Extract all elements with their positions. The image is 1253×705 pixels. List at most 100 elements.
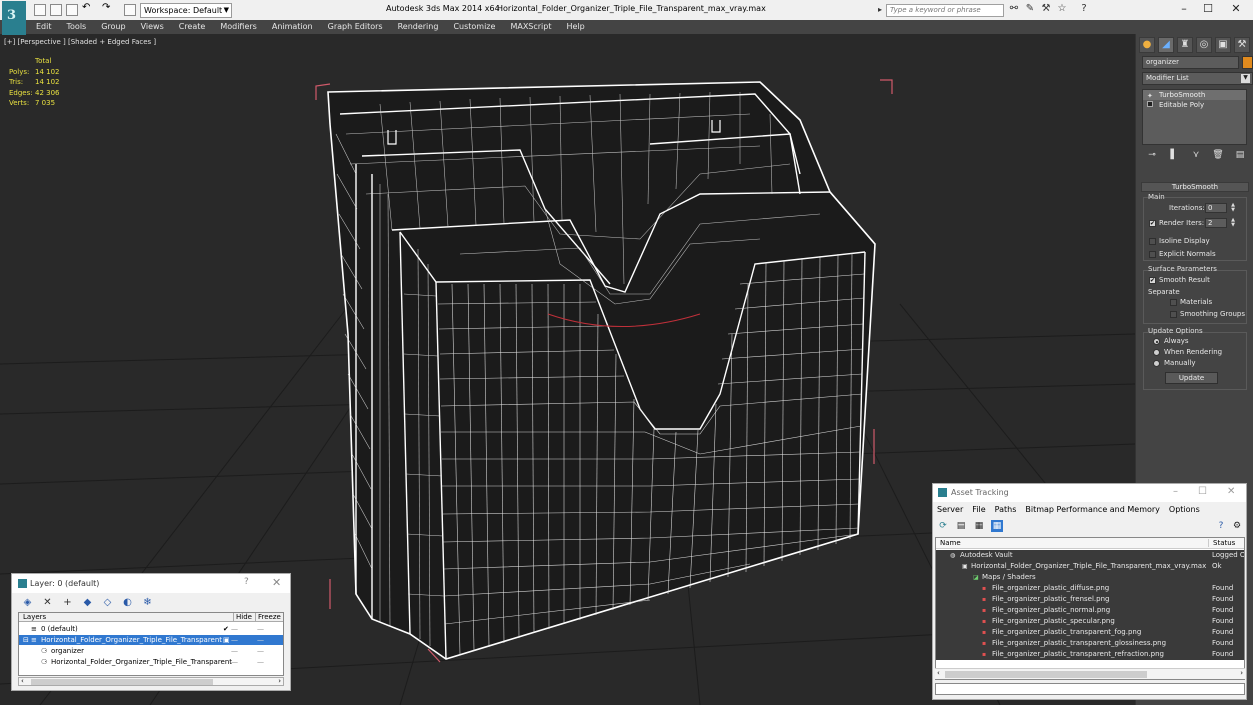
layer-row[interactable]: ⚆ organizer — — [19, 646, 283, 656]
always-radio[interactable] [1153, 338, 1160, 345]
object-color-swatch[interactable] [1242, 56, 1253, 69]
maximize-icon[interactable]: ☐ [1200, 2, 1216, 16]
asset-menu-server[interactable]: Server [937, 505, 963, 514]
iterations-spinner[interactable]: 0 [1205, 203, 1227, 213]
stack-item-turbosmooth[interactable]: ✦ TurboSmooth [1143, 90, 1246, 100]
layer-row[interactable]: ⊟ ≡ Horizontal_Folder_Organizer_Triple_F… [19, 635, 283, 645]
col-freeze[interactable]: Freeze [255, 613, 281, 622]
hierarchy-tab-icon[interactable]: ♜ [1177, 37, 1193, 53]
search-input[interactable]: Type a keyword or phrase [886, 4, 1004, 17]
show-end-result-icon[interactable]: ▌ [1168, 150, 1180, 162]
current-layer-check-icon[interactable]: ✔ [223, 624, 229, 634]
close-icon[interactable]: ✕ [272, 576, 281, 589]
spinner-arrows-icon[interactable]: ▲ ▼ [1230, 203, 1236, 213]
scroll-left-icon[interactable]: ‹ [937, 669, 940, 677]
redo-icon[interactable]: ↷ [102, 2, 114, 14]
asset-menu-bitmap[interactable]: Bitmap Performance and Memory [1025, 505, 1160, 514]
asset-row[interactable]: ▪ File_organizer_plastic_diffuse.png Fou… [936, 583, 1244, 594]
app-logo-icon[interactable]: 3 [2, 1, 26, 35]
hide-toggle[interactable]: — [231, 657, 238, 667]
col-hide[interactable]: Hide [233, 613, 252, 622]
viewport-label[interactable]: [+] [Perspective ] [Shaded + Edged Faces… [4, 38, 156, 46]
hide-toggle[interactable]: — [231, 635, 238, 645]
asset-row[interactable]: ▪ File_organizer_plastic_specular.png Fo… [936, 616, 1244, 627]
scroll-right-icon[interactable]: › [278, 677, 281, 685]
open-file-icon[interactable] [50, 4, 62, 16]
freeze-toggle[interactable]: — [257, 635, 264, 645]
manually-radio[interactable] [1153, 360, 1160, 367]
menu-views[interactable]: Views [141, 20, 164, 34]
asset-path-field[interactable] [935, 683, 1245, 695]
menu-customize[interactable]: Customize [453, 20, 495, 34]
scroll-right-icon[interactable]: › [1240, 669, 1243, 677]
asset-row[interactable]: ▪ File_organizer_plastic_frensel.png Fou… [936, 594, 1244, 605]
menu-group[interactable]: Group [101, 20, 125, 34]
help-icon[interactable]: ? [244, 577, 249, 587]
save-file-icon[interactable] [66, 4, 78, 16]
modify-tab-icon[interactable]: ◢ [1158, 37, 1174, 53]
workspace-dropdown[interactable]: Workspace: Default ▼ [140, 3, 232, 18]
asset-horizontal-scrollbar[interactable]: ‹ › [935, 668, 1245, 679]
delete-layer-icon[interactable]: ✕ [41, 596, 54, 609]
smooth-result-checkbox[interactable]: ✔ [1149, 277, 1156, 284]
minimize-icon[interactable]: – [1176, 2, 1192, 16]
render-iters-spinner[interactable]: 2 [1205, 218, 1227, 228]
render-iters-checkbox[interactable]: ✔ [1149, 220, 1156, 227]
asset-menu-file[interactable]: File [972, 505, 985, 514]
modifier-list-dropdown[interactable]: Modifier List ▼ [1142, 72, 1253, 85]
select-objects-icon[interactable]: ◆ [81, 596, 94, 609]
asset-menu-options[interactable]: Options [1169, 505, 1200, 514]
layers-icon[interactable]: ◈ [21, 596, 34, 609]
asset-row[interactable]: ◍ Autodesk Vault Logged O [936, 550, 1244, 561]
add-layer-icon[interactable]: + [61, 596, 74, 609]
menu-graph-editors[interactable]: Graph Editors [328, 20, 383, 34]
motion-tab-icon[interactable]: ◎ [1196, 37, 1212, 53]
explicit-normals-checkbox[interactable] [1149, 251, 1156, 258]
materials-checkbox[interactable] [1170, 299, 1177, 306]
display-tab-icon[interactable]: ▣ [1215, 37, 1231, 53]
new-file-icon[interactable] [34, 4, 46, 16]
help-icon[interactable]: ? [1215, 520, 1227, 532]
freeze-all-icon[interactable]: ❄ [141, 596, 154, 609]
scrollbar-thumb[interactable] [945, 671, 1147, 678]
layer-row[interactable]: ⚆ Horizontal_Folder_Organizer_Triple_Fil… [19, 657, 283, 667]
freeze-toggle[interactable]: — [257, 657, 264, 667]
asset-row[interactable]: ▪ File_organizer_plastic_transparent_ref… [936, 649, 1244, 660]
current-layer-box-icon[interactable]: ▣ [223, 635, 230, 645]
asset-tracking-titlebar[interactable]: Asset Tracking – ☐ ✕ [933, 484, 1246, 502]
communication-center-icon[interactable]: ✎ [1024, 3, 1036, 16]
scroll-left-icon[interactable]: ‹ [21, 677, 24, 685]
configure-sets-icon[interactable]: ▤ [1234, 150, 1246, 162]
list-view-icon[interactable]: ▤ [955, 520, 967, 532]
menu-modifiers[interactable]: Modifiers [220, 20, 257, 34]
minimize-icon[interactable]: – [1173, 486, 1178, 497]
menu-help[interactable]: Help [567, 20, 585, 34]
undo-icon[interactable]: ↶ [82, 2, 94, 14]
asset-row[interactable]: ◪ Maps / Shaders [936, 572, 1244, 583]
layer-dialog-titlebar[interactable]: Layer: 0 (default) ? ✕ [12, 574, 290, 593]
col-status[interactable]: Status [1208, 539, 1235, 547]
asset-row[interactable]: ▪ File_organizer_plastic_transparent_glo… [936, 638, 1244, 649]
asset-row[interactable]: ▪ File_organizer_plastic_transparent_fog… [936, 627, 1244, 638]
asset-menu-paths[interactable]: Paths [995, 505, 1017, 514]
freeze-toggle[interactable]: — [257, 646, 264, 656]
utilities-tab-icon[interactable]: ⚒ [1234, 37, 1250, 53]
pin-stack-icon[interactable]: ⊸ [1146, 150, 1158, 162]
close-icon[interactable]: ✕ [1227, 486, 1235, 497]
highlight-objects-icon[interactable]: ◇ [101, 596, 114, 609]
create-tab-icon[interactable]: ● [1139, 37, 1155, 53]
search-expand-icon[interactable]: ▸ [878, 5, 882, 14]
smoothing-groups-checkbox[interactable] [1170, 311, 1177, 318]
freeze-toggle[interactable]: — [257, 624, 264, 634]
menu-rendering[interactable]: Rendering [398, 20, 439, 34]
hide-all-icon[interactable]: ◐ [121, 596, 134, 609]
hide-toggle[interactable]: — [231, 624, 238, 634]
collapse-icon[interactable]: ⊟ [23, 635, 29, 645]
asset-row[interactable]: ▪ File_organizer_plastic_normal.png Foun… [936, 605, 1244, 616]
spinner-arrows-icon[interactable]: ▲ ▼ [1230, 218, 1236, 228]
when-rendering-radio[interactable] [1153, 349, 1160, 356]
layer-horizontal-scrollbar[interactable]: ‹ › [18, 677, 284, 686]
menu-maxscript[interactable]: MAXScript [510, 20, 551, 34]
menu-tools[interactable]: Tools [67, 20, 87, 34]
scrollbar-thumb[interactable] [31, 679, 213, 685]
